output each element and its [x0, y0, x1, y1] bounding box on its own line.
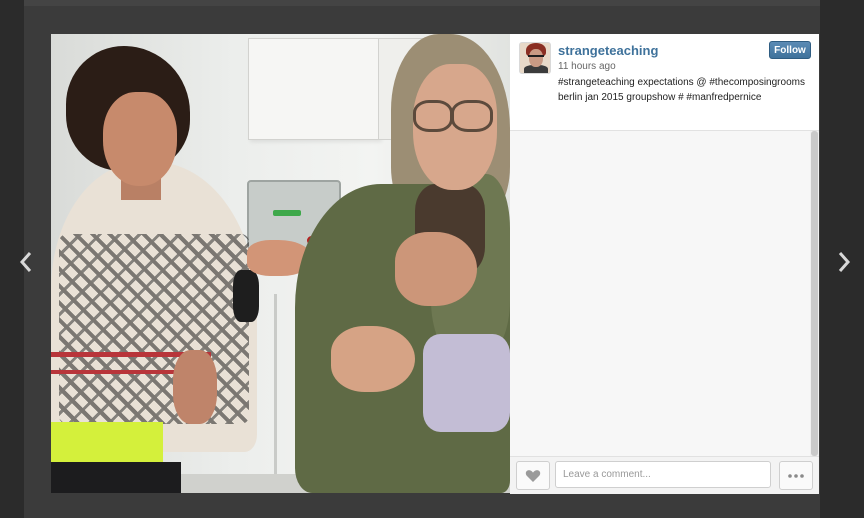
comment-input[interactable]: [555, 461, 771, 488]
chevron-left-icon: [19, 252, 32, 272]
post-photo[interactable]: [51, 34, 510, 493]
more-options-button[interactable]: [779, 461, 813, 490]
photo-cable: [274, 294, 277, 493]
photo-yellow-shirt: [51, 422, 163, 466]
photo-glasses: [451, 100, 493, 132]
like-button[interactable]: [516, 461, 550, 490]
scrollbar-thumb[interactable]: [811, 131, 818, 456]
post-side-panel: strangeteaching 11 hours ago #strangetea…: [510, 34, 819, 494]
more-options-icon: [788, 473, 804, 478]
follow-button[interactable]: Follow: [769, 41, 811, 59]
photo-green-light: [273, 210, 301, 216]
username-link[interactable]: strangeteaching: [558, 43, 658, 58]
photo-sweater-pattern: [59, 234, 249, 424]
photo-person-left-face: [103, 92, 177, 186]
post-caption: #strangeteaching expectations @ #thecomp…: [558, 77, 805, 103]
avatar[interactable]: [519, 42, 551, 74]
photo-person-right-sleeve: [423, 334, 510, 432]
photo-pants: [51, 462, 181, 493]
photo-person-right-hand: [331, 326, 415, 392]
photo-person-right-hand: [395, 232, 477, 306]
post-header: strangeteaching 11 hours ago #strangetea…: [510, 34, 819, 131]
backdrop-strip: [24, 0, 820, 6]
comments-scrollbar[interactable]: [810, 131, 819, 456]
previous-post-button[interactable]: [14, 248, 38, 276]
post-modal: strangeteaching 11 hours ago #strangetea…: [51, 34, 819, 494]
heart-icon: [525, 469, 541, 482]
chevron-right-icon: [838, 252, 851, 272]
photo-sleeve-cuff: [233, 270, 259, 322]
photo-glasses: [413, 100, 453, 132]
comments-area: [510, 131, 811, 456]
photo-wall-cabinet: [248, 38, 380, 140]
post-timestamp: 11 hours ago: [558, 61, 616, 72]
photo-person-left-hand: [173, 350, 217, 424]
avatar-glasses: [528, 55, 544, 61]
post-actions-bar: [510, 456, 819, 494]
next-post-button[interactable]: [832, 248, 856, 276]
